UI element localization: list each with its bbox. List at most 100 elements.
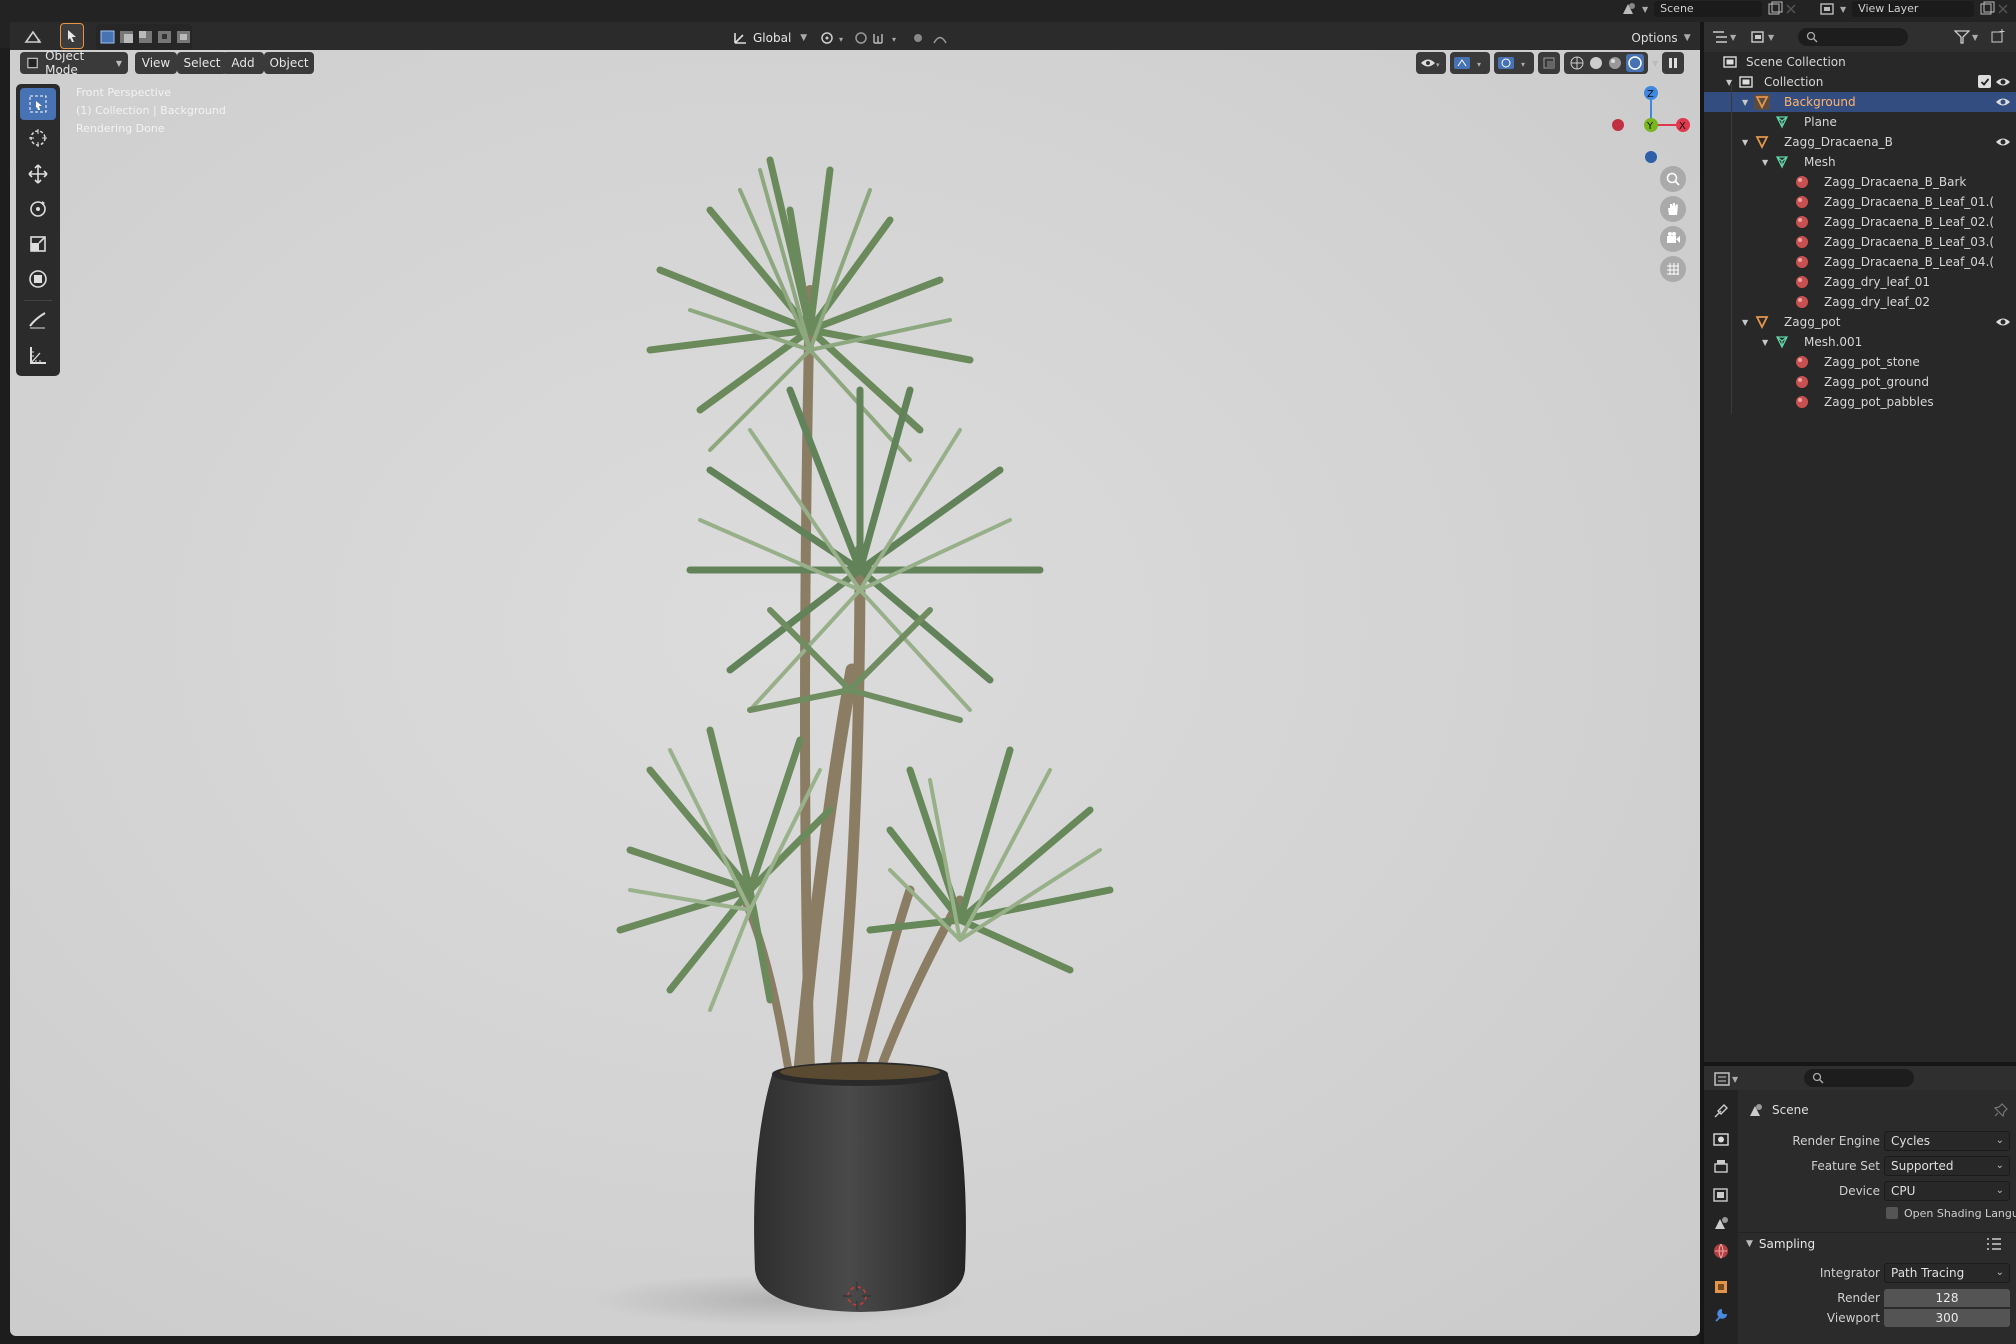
- world-tab-icon[interactable]: [1712, 1242, 1730, 1260]
- chevron-down-icon[interactable]: ▼: [1652, 59, 1658, 68]
- solid-shading-icon[interactable]: [1588, 55, 1604, 71]
- expand-triangle-icon[interactable]: ▼: [1742, 318, 1748, 327]
- measure-tool[interactable]: [20, 339, 56, 371]
- pause-render-button[interactable]: [1662, 52, 1685, 74]
- outliner-filter-button[interactable]: ▼: [1954, 28, 1984, 46]
- outliner-row-material[interactable]: Zagg_pot_stone: [1704, 352, 2016, 372]
- integrator-dropdown[interactable]: Path Tracing ⌄: [1884, 1263, 2010, 1283]
- eye-icon[interactable]: [1995, 314, 2011, 330]
- sampling-panel-header[interactable]: ▼ Sampling: [1738, 1232, 2016, 1254]
- properties-icon: [1714, 1072, 1730, 1086]
- presets-icon[interactable]: [1986, 1237, 2002, 1251]
- material-shading-icon[interactable]: [1607, 55, 1623, 71]
- select-box-tool[interactable]: [20, 88, 56, 120]
- annotate-icon: [29, 312, 46, 329]
- outliner-row-material[interactable]: Zagg_Dracaena_B_Leaf_01.(: [1704, 192, 2016, 212]
- outliner-row-material[interactable]: Zagg_Dracaena_B_Bark: [1704, 172, 2016, 192]
- gizmo-toggle[interactable]: ▾: [1450, 52, 1490, 74]
- outliner-row-scene-collection[interactable]: Scene Collection: [1704, 52, 2016, 72]
- viewport-samples-field[interactable]: 300: [1884, 1309, 2010, 1327]
- close-icon[interactable]: [1784, 1, 1798, 17]
- transform-orientation-dropdown[interactable]: Global ▼: [730, 25, 808, 51]
- pivot-point-dropdown[interactable]: ▾: [816, 25, 852, 51]
- object-icon: [1754, 314, 1770, 330]
- transform-tool[interactable]: [20, 263, 56, 295]
- navigation-gizmo[interactable]: Z X Y: [1606, 80, 1696, 170]
- outliner-filter-mode-dropdown[interactable]: ▼: [1750, 28, 1780, 46]
- viewport-3d[interactable]: Front Perspective (1) Collection | Backg…: [10, 50, 1700, 1336]
- options-dropdown[interactable]: Options ▼: [1628, 25, 1694, 51]
- select-mode-button[interactable]: [60, 23, 84, 49]
- new-scene-icon[interactable]: [1766, 1, 1784, 17]
- new-collection-button[interactable]: [1990, 28, 2008, 46]
- expand-triangle-icon[interactable]: ▼: [1762, 338, 1768, 347]
- editor-type-button[interactable]: v: [18, 24, 48, 50]
- rendered-shading-icon[interactable]: [1625, 54, 1644, 72]
- proportional-editing-button[interactable]: [908, 25, 956, 51]
- feature-set-dropdown[interactable]: Supported ⌄: [1884, 1156, 2010, 1176]
- rotate-tool[interactable]: [20, 193, 56, 225]
- properties-editor-type-dropdown[interactable]: ▼: [1714, 1070, 1744, 1088]
- add-menu[interactable]: Add: [222, 52, 264, 74]
- view-layer-selector[interactable]: ▼ View Layer: [1818, 0, 2016, 18]
- view-menu[interactable]: View: [135, 52, 177, 74]
- outliner-row-material[interactable]: Zagg_pot_ground: [1704, 372, 2016, 392]
- render-engine-dropdown[interactable]: Cycles ⌄: [1884, 1131, 2010, 1151]
- select-menu[interactable]: Select: [177, 52, 227, 74]
- new-view-layer-icon[interactable]: [1978, 1, 1996, 17]
- outliner-row-collection[interactable]: ▼ Collection: [1704, 72, 2016, 92]
- outliner-search-input[interactable]: [1798, 28, 1908, 46]
- outliner-row-material[interactable]: Zagg_Dracaena_B_Leaf_03.(: [1704, 232, 2016, 252]
- snapping-dropdown[interactable]: ▾: [852, 25, 904, 51]
- object-mode-dropdown[interactable]: Object Mode ▼: [20, 50, 128, 77]
- move-tool[interactable]: [20, 158, 56, 190]
- outliner-row-mesh-001[interactable]: ▼ Mesh.001: [1704, 332, 2016, 352]
- eye-icon[interactable]: [1995, 134, 2011, 150]
- outliner-row-material[interactable]: Zagg_Dracaena_B_Leaf_04.(: [1704, 252, 2016, 272]
- object-tab-icon[interactable]: [1712, 1278, 1730, 1296]
- outliner-row-background[interactable]: ▼ Background: [1704, 92, 2016, 112]
- overlays-toggle[interactable]: ▾: [1494, 52, 1534, 74]
- xray-toggle[interactable]: [1538, 52, 1560, 74]
- outliner-row-zagg-pot[interactable]: ▼ Zagg_pot: [1704, 312, 2016, 332]
- outliner-row-material[interactable]: Zagg_dry_leaf_01: [1704, 272, 2016, 292]
- tool-tab-icon[interactable]: [1712, 1102, 1730, 1120]
- expand-triangle-icon[interactable]: ▼: [1742, 98, 1748, 107]
- scene-selector[interactable]: ▼ Scene: [1620, 0, 1820, 18]
- scale-tool[interactable]: [20, 228, 56, 260]
- output-tab-icon[interactable]: [1712, 1158, 1730, 1176]
- osl-checkbox[interactable]: [1886, 1207, 1898, 1219]
- outliner-row-material[interactable]: Zagg_pot_pabbles: [1704, 392, 2016, 412]
- view-layer-tab-icon[interactable]: [1712, 1186, 1730, 1204]
- exclude-checkbox[interactable]: [1978, 75, 1991, 88]
- cursor-tool[interactable]: [20, 122, 56, 154]
- close-icon[interactable]: [1996, 1, 2010, 17]
- wireframe-shading-icon[interactable]: [1569, 55, 1585, 71]
- eye-icon[interactable]: [1995, 94, 2011, 110]
- outliner-row-mesh[interactable]: ▼ Mesh: [1704, 152, 2016, 172]
- shading-modes-group[interactable]: [1564, 52, 1648, 74]
- outliner-row-zagg-dracaena-b[interactable]: ▼ Zagg_Dracaena_B: [1704, 132, 2016, 152]
- render-tab-icon[interactable]: [1712, 1130, 1730, 1148]
- outliner-display-mode-dropdown[interactable]: ▼: [1712, 28, 1742, 46]
- outliner-row-plane[interactable]: Plane: [1704, 112, 2016, 132]
- visibility-toggle[interactable]: ▾: [1416, 52, 1446, 74]
- view-layer-name-field[interactable]: View Layer: [1852, 1, 1975, 17]
- scene-tab-icon[interactable]: [1712, 1214, 1730, 1232]
- outliner-row-material[interactable]: Zagg_Dracaena_B_Leaf_02.(: [1704, 212, 2016, 232]
- pin-icon[interactable]: [1994, 1103, 2008, 1117]
- expand-triangle-icon[interactable]: ▼: [1762, 158, 1768, 167]
- scene-name-field[interactable]: Scene: [1654, 1, 1763, 17]
- outliner-panel: ▼ ▼ ▼ Scene Collection ▼ Collection ▼ Ba…: [1704, 22, 2016, 1062]
- render-samples-field[interactable]: 128: [1884, 1289, 2010, 1307]
- object-menu[interactable]: Object: [264, 52, 314, 74]
- mesh-icon: [1774, 154, 1790, 170]
- annotate-tool[interactable]: [20, 304, 56, 336]
- selection-modes-group[interactable]: [96, 24, 192, 50]
- modifier-tab-icon[interactable]: [1712, 1306, 1730, 1324]
- eye-icon[interactable]: [1995, 74, 2011, 90]
- expand-triangle-icon[interactable]: ▼: [1742, 138, 1748, 147]
- outliner-row-material[interactable]: Zagg_dry_leaf_02: [1704, 292, 2016, 312]
- device-dropdown[interactable]: CPU ⌄: [1884, 1181, 2010, 1201]
- properties-search-input[interactable]: [1804, 1069, 1914, 1087]
